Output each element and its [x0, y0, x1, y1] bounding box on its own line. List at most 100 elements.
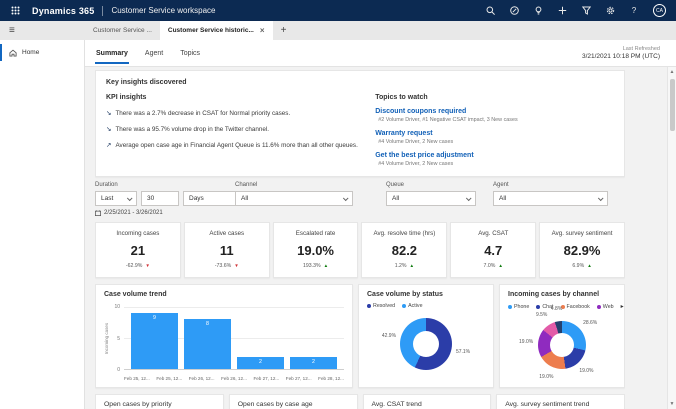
- compose-icon[interactable]: [509, 6, 519, 16]
- kpi-insights-title: KPI insights: [106, 94, 375, 101]
- bar-segment[interactable]: 9: [131, 313, 178, 369]
- x-tick-label: Feb 27, 12...: [286, 376, 312, 381]
- topic-item: Warranty request #4 Volume Driver, 2 New…: [375, 130, 614, 145]
- scroll-down-arrow[interactable]: ▼: [668, 401, 676, 407]
- add-icon[interactable]: [557, 6, 567, 16]
- trend-up-icon: [410, 264, 415, 269]
- scrollbar-thumb[interactable]: [670, 79, 675, 131]
- y-tick-label: 0: [110, 367, 120, 373]
- slice-percentage-label: 4.8%: [551, 306, 562, 312]
- sitemap-sidebar: Home: [0, 40, 85, 409]
- duration-filter: Duration Last 30 Days: [95, 182, 249, 216]
- kpi-card-avg-resolve-time: Avg. resolve time (hrs) 82.2 1.2%: [361, 222, 447, 278]
- queue-select[interactable]: All: [386, 191, 476, 206]
- queue-label: Queue: [386, 182, 476, 188]
- slice-percentage-label: 28.6%: [583, 320, 597, 326]
- trend-up-icon: [498, 264, 503, 269]
- legend-item[interactable]: Web: [597, 304, 614, 310]
- chevron-down-icon: [343, 195, 349, 201]
- home-icon: [9, 49, 17, 57]
- chart-title: Case volume trend: [104, 291, 344, 298]
- app-window: Dynamics 365 Customer Service workspace …: [0, 0, 676, 409]
- duration-unit-value: Days: [189, 195, 204, 202]
- close-tab-icon[interactable]: ×: [260, 27, 265, 35]
- kpi-label: Avg. CSAT: [478, 230, 508, 237]
- kpi-value: 19.0%: [297, 243, 334, 258]
- filter-icon[interactable]: [581, 6, 591, 16]
- case-volume-trend-card: Case volume trend Incoming cases 1050 98…: [95, 284, 353, 388]
- scroll-up-arrow[interactable]: ▲: [668, 69, 676, 75]
- topic-link[interactable]: Get the best price adjustment: [375, 152, 614, 159]
- kpi-delta: -62.9%: [126, 263, 142, 269]
- slice-percentage-label: 19.0%: [579, 368, 593, 374]
- bar-value-label: 2: [312, 359, 315, 365]
- bar-segment[interactable]: 2: [237, 357, 284, 369]
- legend-item[interactable]: Active: [402, 303, 422, 309]
- legend-item[interactable]: Resolved: [367, 303, 395, 309]
- slice-percentage-label: 57.1%: [456, 349, 470, 355]
- bar-value-label: 8: [206, 321, 209, 327]
- topics-title: Topics to watch: [375, 94, 614, 101]
- kpi-card-avg-csat: Avg. CSAT 4.7 7.0%: [450, 222, 536, 278]
- bar-segment[interactable]: 2: [290, 357, 337, 369]
- x-tick-label: Feb 28, 12...: [318, 376, 344, 381]
- vertical-scrollbar: ▲ ▼: [667, 67, 676, 409]
- hamburger-menu-icon[interactable]: ≡: [0, 21, 85, 40]
- trend-up-icon: [587, 264, 592, 269]
- dashboard-content: Key insights discovered KPI insights ↘ T…: [95, 67, 625, 409]
- duration-last-select[interactable]: Last: [95, 191, 137, 206]
- channel-donut-chart[interactable]: [538, 321, 586, 369]
- session-tab-active[interactable]: Customer Service historic... ×: [160, 21, 273, 40]
- new-tab-button[interactable]: +: [273, 21, 295, 40]
- legend-item[interactable]: Facebook: [561, 304, 590, 310]
- session-tab-inactive[interactable]: Customer Service ...: [85, 21, 160, 40]
- agent-select[interactable]: All: [493, 191, 608, 206]
- settings-gear-icon[interactable]: [605, 6, 615, 16]
- app-name[interactable]: Customer Service workspace: [111, 6, 215, 15]
- help-icon[interactable]: ?: [629, 6, 639, 16]
- channel-select[interactable]: All: [235, 191, 353, 206]
- kpi-delta: -73.6%: [215, 263, 231, 269]
- slice-percentage-label: 9.5%: [536, 312, 547, 318]
- bar-segment[interactable]: 8: [184, 319, 231, 369]
- tab-agent[interactable]: Agent: [144, 43, 164, 64]
- sidebar-item-home[interactable]: Home: [0, 44, 84, 61]
- search-icon[interactable]: [485, 6, 495, 16]
- case-volume-by-status-card: Case volume by status ResolvedActive 57.…: [358, 284, 494, 388]
- topic-item: Discount coupons required #2 Volume Driv…: [375, 108, 614, 123]
- y-tick-label: 10: [110, 304, 120, 310]
- topics-to-watch: Topics to watch Discount coupons require…: [375, 94, 614, 167]
- x-tick-label: Feb 25, 12...: [124, 376, 150, 381]
- topic-link[interactable]: Warranty request: [375, 130, 614, 137]
- y-axis-label: Incoming cases: [104, 323, 109, 354]
- kpi-insight-text: There was a 95.7% volume drop in the Twi…: [115, 126, 269, 133]
- calendar-icon: [95, 210, 101, 216]
- duration-last-value: Last: [101, 195, 113, 202]
- incoming-cases-by-channel-card: Incoming cases by channel PhoneChatFaceb…: [499, 284, 625, 388]
- donut-wrap: 28.6%19.0%19.0%19.0%9.5%4.8%: [508, 313, 616, 377]
- avg-survey-sentiment-trend-card: Avg. survey sentiment trend: [496, 394, 625, 409]
- avg-csat-trend-card: Avg. CSAT trend: [363, 394, 492, 409]
- tab-topics[interactable]: Topics: [179, 43, 201, 64]
- waffle-icon[interactable]: [10, 6, 20, 16]
- avatar[interactable]: CA: [653, 4, 666, 17]
- legend-dot: [597, 305, 601, 309]
- brand-title: Dynamics 365: [32, 6, 94, 16]
- legend-item[interactable]: Phone: [508, 304, 529, 310]
- lightbulb-icon[interactable]: [533, 6, 543, 16]
- topic-link[interactable]: Discount coupons required: [375, 108, 614, 115]
- trend-down-icon: [234, 264, 239, 269]
- channel-label: Channel: [235, 182, 353, 188]
- x-tick-label: Feb 26, 12...: [189, 376, 215, 381]
- legend-overflow-icon[interactable]: ▸: [621, 303, 624, 310]
- kpi-insight-text: There was a 2.7% decrease in CSAT for No…: [115, 110, 290, 117]
- duration-value-input[interactable]: 30: [141, 191, 179, 206]
- chart-title: Avg. CSAT trend: [372, 401, 483, 408]
- bar-chart-plot: 9 8 2 2: [124, 307, 344, 370]
- status-donut-chart[interactable]: [400, 318, 452, 370]
- kpi-insight-item: ↗ Average open case age in Financial Age…: [106, 141, 375, 149]
- tab-summary[interactable]: Summary: [95, 43, 129, 64]
- topic-meta: #4 Volume Driver, 2 New cases: [375, 161, 614, 167]
- duration-label: Duration: [95, 182, 249, 188]
- kpi-label: Active cases: [209, 230, 244, 237]
